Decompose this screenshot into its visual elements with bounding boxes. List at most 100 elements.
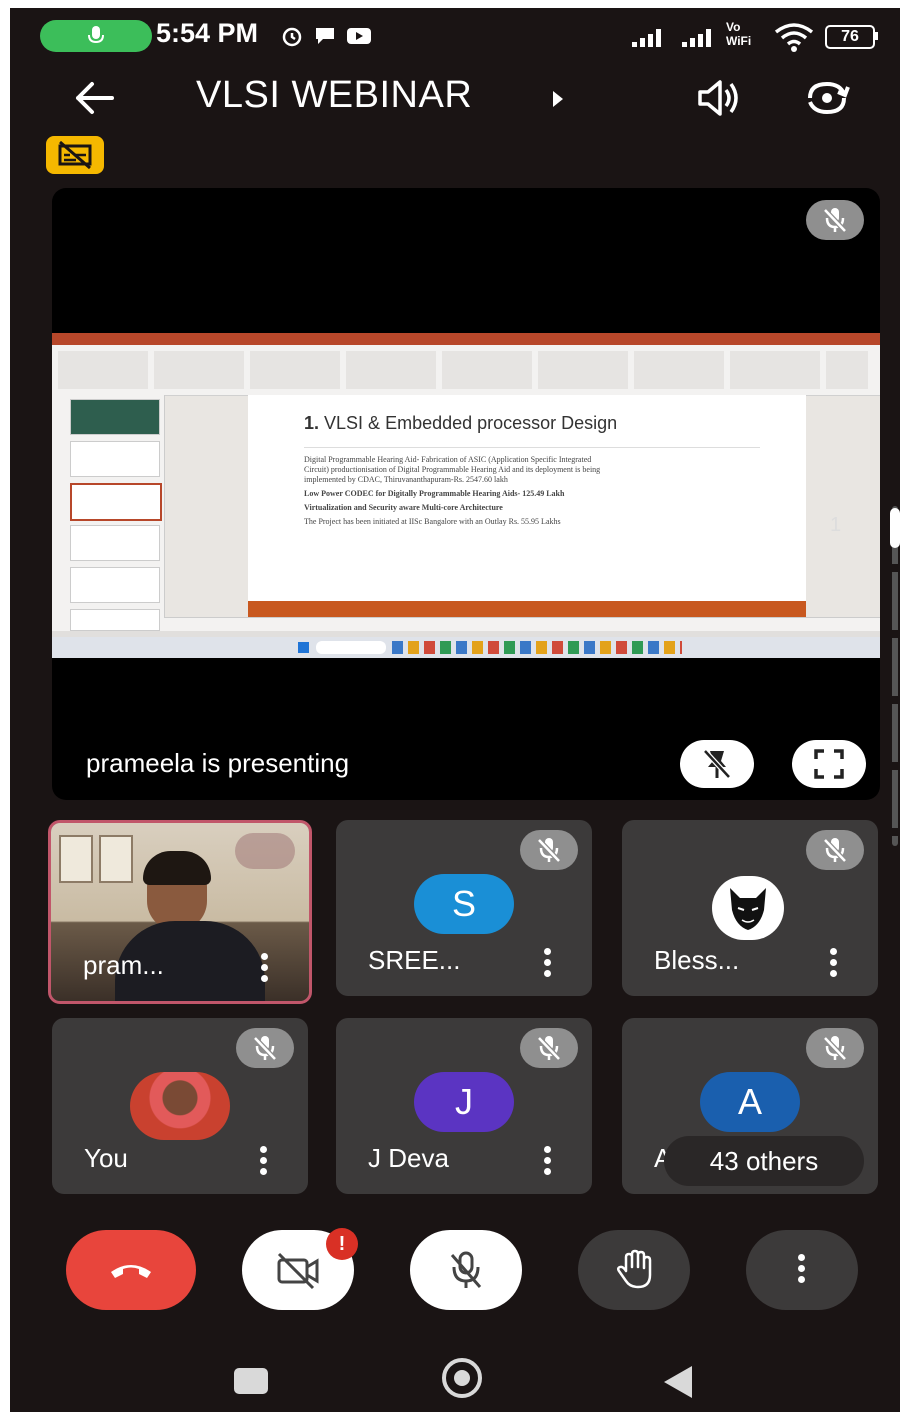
camera-off-icon <box>277 1252 319 1290</box>
thumbnail <box>70 441 160 477</box>
taskbar-search-field <box>316 641 386 654</box>
participant-menu-button[interactable] <box>260 1146 268 1175</box>
wifi-icon <box>774 23 814 52</box>
participant-tile-jdeva[interactable]: J J Deva <box>336 1018 592 1194</box>
participant-menu-button[interactable] <box>830 948 838 977</box>
speaker-icon[interactable] <box>696 78 744 118</box>
presenter-mute-indicator <box>806 200 864 240</box>
taskbar-start-icon <box>298 642 309 653</box>
mic-off-icon <box>537 1036 561 1061</box>
scrollbar-thumb[interactable] <box>890 508 900 548</box>
participant-menu-button[interactable] <box>544 1146 552 1175</box>
meeting-title[interactable]: VLSI WEBINAR <box>196 74 472 117</box>
shared-screen: 1. VLSI & Embedded processor Design Digi… <box>52 333 880 658</box>
slide-line: Circuit) productionisation of Digital Pr… <box>304 465 601 474</box>
captions-off-icon <box>58 140 92 170</box>
wall-frame <box>99 835 133 883</box>
chat-bubble-icon <box>316 28 334 44</box>
slide-title-text: VLSI & Embedded processor Design <box>324 413 618 433</box>
mic-off-icon <box>253 1036 277 1061</box>
mic-off-icon <box>450 1251 482 1288</box>
vowifi-label: Vo WiFi <box>726 20 752 48</box>
mute-indicator <box>806 830 864 870</box>
participant-tile-prameela[interactable]: pram... <box>48 820 312 1004</box>
fullscreen-button[interactable] <box>792 740 866 788</box>
arrow-left-icon[interactable] <box>72 80 116 116</box>
slide-line: The Project has been initiated at IISc B… <box>304 517 561 526</box>
microphone-toggle-button[interactable] <box>410 1230 522 1310</box>
video-app-icon <box>347 28 371 44</box>
ongoing-call-pill[interactable] <box>40 20 152 52</box>
home-button[interactable] <box>442 1358 482 1398</box>
current-slide: 1. VLSI & Embedded processor Design Digi… <box>248 395 806 617</box>
participant-tile-bless[interactable]: Bless... <box>622 820 878 996</box>
slide-title-number: 1. <box>304 413 320 433</box>
phone-hangup-icon <box>111 1265 151 1278</box>
recording-badge[interactable] <box>46 136 104 174</box>
hand-raise-icon <box>616 1249 652 1289</box>
slide-title-rule <box>304 447 760 448</box>
mic-off-icon <box>823 838 847 863</box>
presenting-label: prameela is presenting <box>86 748 350 778</box>
page-indicator: 1 <box>830 514 842 536</box>
thumbnail <box>70 567 160 603</box>
end-call-button[interactable] <box>66 1230 196 1310</box>
mute-indicator <box>520 1028 578 1068</box>
participant-name: SREE... <box>368 945 461 975</box>
participant-menu-button[interactable] <box>544 948 552 977</box>
thumbnail-selected <box>70 483 162 521</box>
recents-button[interactable] <box>234 1368 268 1394</box>
fullscreen-icon <box>814 749 844 779</box>
mute-indicator <box>520 830 578 870</box>
participant-name: Bless... <box>654 945 740 975</box>
battery-indicator: 76 <box>825 25 875 49</box>
mic-off-icon <box>537 838 561 863</box>
unpin-button[interactable] <box>680 740 754 788</box>
wall-frame <box>59 835 93 883</box>
more-options-button[interactable] <box>746 1230 858 1310</box>
back-triangle-icon[interactable] <box>660 1364 696 1400</box>
title-expand-arrow-icon[interactable] <box>550 88 566 110</box>
slide-footer-bar <box>248 601 806 617</box>
participant-tile-you[interactable]: You <box>52 1018 308 1194</box>
slide-line: Virtualization and Security aware Multi-… <box>304 503 503 512</box>
signal-icon-1 <box>632 29 661 47</box>
os-taskbar <box>52 637 880 658</box>
scrollbar-track[interactable] <box>892 506 898 846</box>
unpin-icon <box>703 749 731 779</box>
participant-name: J Deva <box>368 1143 449 1173</box>
participant-avatar: J <box>414 1072 514 1132</box>
participant-avatar: S <box>414 874 514 934</box>
phone-screen: 5:54 PM Vo WiFi 76 VLSI WEBINAR 1. VLSI … <box>10 8 900 1412</box>
thumbnail <box>70 609 160 631</box>
user-photo-avatar <box>130 1072 230 1140</box>
mic-off-icon <box>823 208 847 233</box>
slide-line: Digital Programmable Hearing Aid- Fabric… <box>304 455 592 464</box>
status-bar: 5:54 PM Vo WiFi 76 <box>10 8 900 60</box>
participant-tile-sree[interactable]: S SREE... <box>336 820 592 996</box>
raise-hand-button[interactable] <box>578 1230 690 1310</box>
slide-title: 1. VLSI & Embedded processor Design <box>304 413 617 434</box>
panther-avatar-icon <box>712 876 784 940</box>
slide-line: implemented by CDAC, Thiruvananthapuram-… <box>304 475 508 484</box>
app-titlebar <box>52 333 880 345</box>
ribbon-groups <box>58 351 868 389</box>
others-chip[interactable]: 43 others <box>664 1136 864 1186</box>
mute-indicator <box>806 1028 864 1068</box>
android-nav-bar <box>10 1334 900 1412</box>
camera-switch-icon[interactable] <box>802 76 852 120</box>
thumbnail <box>70 525 160 561</box>
participant-menu-button[interactable] <box>261 953 269 982</box>
status-time: 5:54 PM <box>156 18 259 48</box>
mic-off-icon <box>823 1036 847 1061</box>
slide-line: Low Power CODEC for Digitally Programmab… <box>304 489 565 498</box>
participant-tile-others[interactable]: A Av... 43 others <box>622 1018 878 1194</box>
alarm-icon <box>282 27 302 47</box>
notes-pane <box>164 617 880 632</box>
thumbnail <box>70 399 160 435</box>
participant-name: pram... <box>83 950 164 980</box>
participant-avatar: A <box>700 1072 800 1132</box>
more-vertical-icon <box>798 1253 806 1287</box>
presentation-stage[interactable]: 1. VLSI & Embedded processor Design Digi… <box>52 188 880 800</box>
mute-indicator <box>236 1028 294 1068</box>
